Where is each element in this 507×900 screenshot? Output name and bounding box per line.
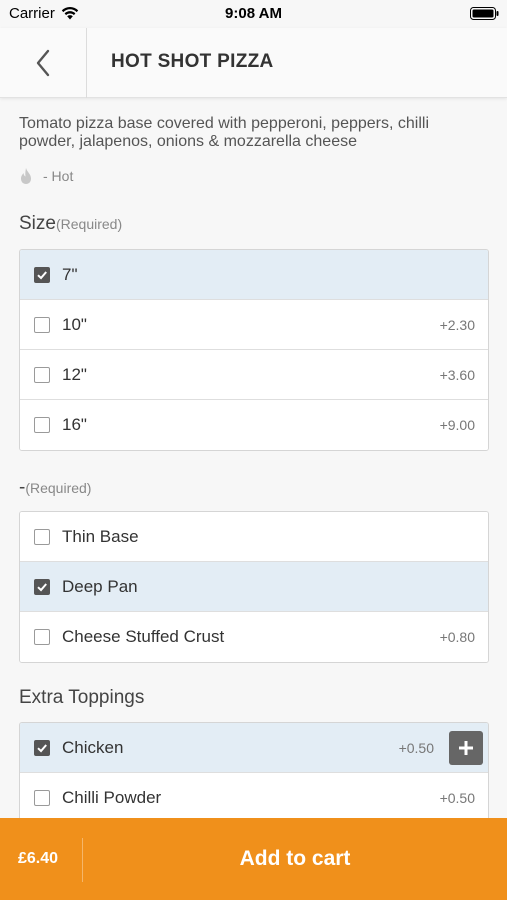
base-option-thin[interactable]: Thin Base (20, 512, 488, 562)
checkbox[interactable] (34, 317, 50, 333)
clock: 9:08 AM (225, 5, 282, 22)
base-section-title: -(Required) (19, 477, 91, 499)
checkbox[interactable] (34, 367, 50, 383)
option-label: Chicken (62, 737, 124, 757)
base-options: Thin Base Deep Pan Cheese Stuffed Crust … (19, 511, 489, 663)
option-label: Chilli Powder (62, 788, 162, 807)
size-section-title: Size(Required) (19, 213, 122, 235)
cart-bar: £6.40 Add to cart (0, 818, 507, 900)
option-label: 7" (62, 264, 78, 284)
option-price: +3.60 (439, 366, 475, 383)
toppings-section-title: Extra Toppings (19, 687, 145, 708)
base-option-deep-pan[interactable]: Deep Pan (20, 562, 488, 612)
option-price: +0.80 (439, 629, 475, 645)
size-required-label: (Required) (55, 216, 123, 232)
checkbox[interactable] (34, 529, 50, 545)
checkbox-checked[interactable] (34, 579, 50, 595)
topping-option-chicken[interactable]: Chicken +0.50 (20, 723, 488, 773)
nav-divider (86, 28, 87, 98)
size-option-7[interactable]: 7" (20, 250, 488, 300)
size-option-12[interactable]: 12" +3.60 (20, 350, 488, 400)
add-quantity-button[interactable] (449, 731, 483, 765)
add-to-cart-button[interactable]: Add to cart (83, 818, 507, 900)
option-price: +2.30 (439, 316, 475, 333)
checkbox[interactable] (34, 790, 50, 806)
size-title: Size (19, 213, 56, 234)
status-bar: Carrier 9:08 AM (0, 0, 507, 28)
cart-total: £6.40 (18, 850, 59, 867)
plus-icon (459, 741, 473, 755)
option-label: 12" (62, 364, 87, 384)
back-button[interactable] (0, 28, 86, 98)
option-label: Deep Pan (62, 576, 138, 596)
size-option-10[interactable]: 10" +2.30 (20, 300, 488, 350)
toppings-options: Chicken +0.50 Chilli Powder +0.50 (19, 722, 489, 818)
option-label: Cheese Stuffed Crust (62, 627, 225, 646)
page-title: HOT SHOT PIZZA (111, 51, 274, 72)
option-label: 10" (62, 314, 87, 334)
chevron-left-icon (36, 49, 50, 77)
product-options[interactable]: Tomato pizza base covered with pepperoni… (0, 98, 507, 818)
checkbox-checked[interactable] (34, 740, 50, 756)
battery-icon (470, 7, 499, 20)
option-price: +9.00 (439, 417, 475, 433)
nav-bar: HOT SHOT PIZZA (0, 28, 507, 98)
option-price: +0.50 (439, 790, 475, 806)
topping-option-chilli-powder[interactable]: Chilli Powder +0.50 (20, 773, 488, 818)
option-label: 16" (62, 415, 87, 434)
option-label: Thin Base (62, 526, 139, 546)
size-options: 7" 10" +2.30 12" +3.60 16" +9.00 (19, 249, 489, 451)
checkbox[interactable] (34, 629, 50, 645)
base-option-cheese-crust[interactable]: Cheese Stuffed Crust +0.80 (20, 612, 488, 662)
checkbox[interactable] (34, 417, 50, 433)
size-option-16[interactable]: 16" +9.00 (20, 400, 488, 450)
spice-indicator: - Hot (19, 167, 73, 185)
hot-label: - Hot (43, 168, 74, 184)
checkbox-checked[interactable] (34, 267, 50, 283)
product-description: Tomato pizza base covered with pepperoni… (19, 115, 430, 150)
base-required-label: (Required) (25, 480, 92, 496)
flame-icon (21, 168, 31, 184)
option-price: +0.50 (398, 739, 434, 756)
